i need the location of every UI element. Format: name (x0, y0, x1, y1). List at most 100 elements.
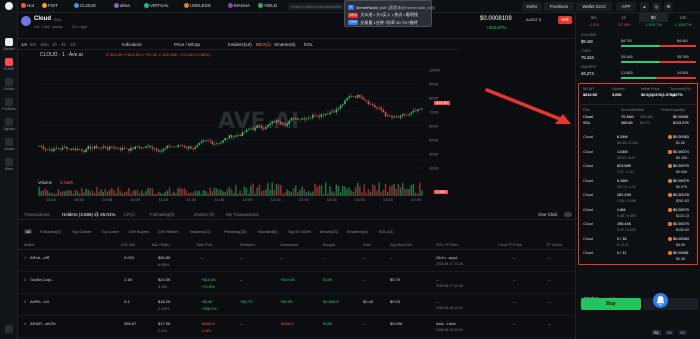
table-row[interactable]: 2 Gorilla Capi... 2.48 $24.5K +$10.4K -- +$10.… (18, 273, 575, 294)
sell-button[interactable]: Sell (558, 16, 572, 24)
ticker-item[interactable]: CLOUD (74, 3, 96, 8)
interval-1m[interactable]: 1m (21, 42, 27, 47)
sell-tab-button[interactable] (643, 298, 698, 310)
app-button[interactable]: APP (616, 2, 636, 11)
volume-bar (145, 190, 147, 196)
table-row[interactable]: 3 AHPb...LN 0.4 $18.2K +$14K +$4.7K +$9.3K $4,5… (18, 295, 575, 316)
tab-my-transactions[interactable]: My Transactions (226, 212, 259, 217)
sidebar-item-portfolio[interactable]: Portfolio (0, 98, 18, 111)
x-tick-label: 12:45 (327, 197, 338, 202)
sidebar-item-pump[interactable]: PUMP (0, 58, 18, 71)
ticker-item[interactable]: USELESS (184, 3, 211, 8)
preset-s2[interactable]: S2 (665, 330, 674, 335)
candle-body (320, 114, 323, 117)
sidebar-item-charts[interactable]: Charts (0, 138, 18, 151)
volume-bar (374, 185, 376, 196)
filter-chip[interactable]: Whale(23) (318, 229, 340, 234)
wallet-button[interactable]: Wallet 02c3 (576, 2, 612, 11)
one-click-toggle[interactable] (564, 212, 572, 217)
ticker-item[interactable]: VIRTUAL (144, 3, 169, 8)
preset-s3[interactable]: S3 (678, 330, 687, 335)
sidebar-item-follow[interactable]: Follow (0, 78, 18, 91)
sidebar-item-signals[interactable]: Signals (0, 118, 18, 131)
filter-chip[interactable]: 24H Sellers (156, 229, 181, 234)
table-row[interactable]: 1 ARxA...ctR 0.003 $55.8K -- -- -- -- -- -- Gk1n..… (18, 251, 575, 272)
col-realized[interactable]: Realized (240, 243, 255, 247)
bell-icon[interactable]: ▴ (640, 2, 649, 11)
tf-tab[interactable]: 5m (579, 13, 609, 22)
filter-chip[interactable]: Top 50 100% (286, 229, 313, 234)
candle-body (273, 121, 276, 123)
tab-following[interactable]: Following(0) (150, 212, 175, 217)
sidebar-item-settings[interactable] (0, 325, 18, 334)
audit-badge[interactable]: AUDIT 5 (526, 17, 541, 22)
col-total-profit[interactable]: Total Prof. (196, 243, 213, 247)
settings-icon[interactable]: ⚙ (664, 2, 673, 11)
tab-lp[interactable]: LP(1) (124, 212, 135, 217)
ticker-item[interactable]: alma (114, 3, 130, 8)
col-sold[interactable]: Sold (363, 243, 371, 247)
candle-body (121, 148, 124, 150)
refer-button[interactable]: Refer (522, 2, 542, 11)
preset-s1[interactable]: S1 (652, 330, 661, 335)
cell-wallet[interactable]: ARxA...ctR (30, 255, 50, 260)
tf-tab[interactable]: 6h (638, 13, 669, 22)
volume-bar (284, 192, 286, 196)
tab-orders[interactable]: Orders (0) (194, 212, 215, 217)
filter-chip[interactable]: 24H Buyers (127, 229, 152, 234)
language-icon[interactable]: ◎ (652, 2, 661, 11)
tf-tab[interactable]: 1h (609, 13, 639, 22)
tab-transactions[interactable]: Transactions (24, 212, 50, 217)
smarter-toggle[interactable]: Smarter(6) (274, 42, 296, 47)
cell-wallet[interactable]: AHPb...LN (30, 299, 49, 304)
sidebar-item-more[interactable]: More (0, 158, 18, 171)
filter-chip[interactable]: Insiders(11) (188, 229, 213, 234)
volume-bar (346, 188, 348, 196)
interval-15m[interactable]: 15m (40, 42, 49, 47)
token-name: Cloud (34, 16, 51, 22)
volume-bar (258, 184, 261, 196)
filter-chip[interactable]: Bundled(6) (256, 229, 280, 234)
volume-bar (331, 191, 333, 196)
tf-tab[interactable]: 24h (668, 13, 698, 22)
candle-body (53, 148, 55, 152)
candle-body (158, 150, 160, 152)
filter-chip[interactable]: Top Gainer (70, 229, 94, 234)
buy-button[interactable]: Buy (581, 298, 641, 310)
indicators-button[interactable]: Indicators (122, 42, 142, 47)
ticker-item[interactable]: FIST (42, 3, 58, 8)
interval-5m[interactable]: 5m (30, 42, 36, 47)
interval-4h[interactable]: 4h (61, 42, 66, 47)
volume-bar (130, 193, 132, 196)
sidebar-item-market[interactable]: Market (0, 38, 18, 51)
filter-chip[interactable]: Smarters(4) (345, 229, 370, 234)
ticker-item[interactable]: YIELD (258, 3, 277, 8)
col-unrealized[interactable]: Unrealized (280, 243, 298, 247)
cell-wallet[interactable]: Gorilla Capi... (30, 277, 54, 282)
insiders-toggle[interactable]: Insiders(10) (228, 42, 252, 47)
filter-chip[interactable]: KOL(14) (377, 229, 396, 234)
interval-1d[interactable]: 1D (70, 42, 76, 47)
cell-realized: +$4.7K (240, 299, 253, 304)
price-chart[interactable]: CLOUD · 1 · Ave.ai O 804.5K H 804.5K L 7… (18, 50, 460, 206)
ticker-hot[interactable]: Hot (21, 3, 34, 8)
positions-button[interactable]: Positions (544, 2, 574, 11)
filter-chip[interactable]: All (24, 229, 33, 234)
filter-chip[interactable]: Top Loser (99, 229, 121, 234)
table-row[interactable]: 4 AEWR...aKZH 356.67 $17.9K -$496.8 -- -$496.8… (18, 317, 575, 338)
price-mcap-toggle[interactable]: Price / MCap (174, 42, 200, 47)
col-bought[interactable]: Bought (323, 243, 335, 247)
filter-chip[interactable]: Followed(0) (38, 229, 63, 234)
cell-ratio: 3.3% (158, 284, 168, 289)
ticker-item[interactable]: MASHA (228, 3, 250, 8)
kol-toggle[interactable]: KOL (304, 42, 313, 47)
contract-address[interactable]: CA: 7ub2...pump (34, 25, 63, 29)
interval-1h[interactable]: 1h (52, 42, 57, 47)
col-bal-ratio[interactable]: Bal / Ratio (152, 243, 170, 247)
tab-holders[interactable]: Holders (3,696) @ 45.01% (62, 212, 115, 217)
dev-toggle[interactable]: DEV(1) (256, 42, 271, 47)
filter-chip[interactable]: Phishing(33) (222, 229, 248, 234)
notification-bell-icon[interactable] (653, 293, 668, 308)
candle-body (374, 105, 376, 108)
cell-wallet[interactable]: AEWR...aKZH (30, 321, 56, 326)
